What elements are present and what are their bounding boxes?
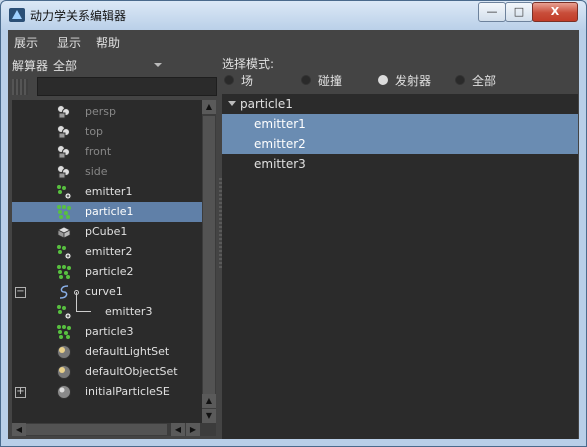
- radio-all-dot[interactable]: [455, 75, 465, 85]
- expand-triangle-icon[interactable]: [228, 101, 236, 106]
- outliner-horizontal-scrollbar[interactable]: ◀ ◀ ▶: [12, 423, 216, 436]
- scroll-down-icon[interactable]: ▼: [202, 409, 216, 423]
- outliner-item-side[interactable]: side: [12, 162, 202, 182]
- radio-fields-label[interactable]: 场: [241, 72, 253, 89]
- outliner-item-emitter1[interactable]: emitter1: [12, 182, 202, 202]
- scroll-thumb[interactable]: [203, 116, 215, 406]
- outliner-item-front[interactable]: front: [12, 142, 202, 162]
- close-button[interactable]: X: [532, 2, 578, 22]
- radio-all-label[interactable]: 全部: [472, 72, 496, 89]
- curve-icon: [56, 284, 72, 300]
- particle-icon: [56, 204, 72, 220]
- outliner-item-label: particle1: [85, 205, 134, 218]
- radio-collisions-label[interactable]: 碰撞: [318, 72, 342, 89]
- set-icon: [56, 364, 72, 380]
- set-icon: [56, 344, 72, 360]
- radio-emitters-dot[interactable]: [378, 75, 388, 85]
- window-title: 动力学关系编辑器: [30, 9, 127, 23]
- outliner-item-pCube1[interactable]: pCube1: [12, 222, 202, 242]
- outliner-item-label: emitter3: [105, 305, 153, 318]
- outliner-item-emitter3[interactable]: emitter3: [12, 292, 202, 322]
- cube-icon: [56, 224, 72, 240]
- outliner-item-curve1[interactable]: − curve1: [12, 282, 202, 302]
- relationship-row-emitter1[interactable]: emitter1: [222, 114, 578, 134]
- particle-icon: [56, 264, 72, 280]
- relationship-list: particle1 emitter1 emitter2 emitter3: [222, 94, 578, 439]
- radio-emitters-label[interactable]: 发射器: [395, 72, 431, 89]
- outliner-item-label: front: [85, 145, 112, 158]
- outliner-item-defaultLightSet[interactable]: defaultLightSet: [12, 342, 202, 362]
- menu-help[interactable]: 帮助: [96, 34, 120, 51]
- menu-bar: 展示 显示 帮助: [8, 30, 579, 52]
- outliner-item-label: particle3: [85, 325, 134, 338]
- outliner-item-particle1[interactable]: particle1: [12, 202, 202, 222]
- relationship-parent-row[interactable]: particle1: [222, 94, 578, 114]
- outliner-item-defaultObjectSet[interactable]: defaultObjectSet: [12, 362, 202, 382]
- minimize-button[interactable]: —: [478, 2, 506, 22]
- outliner-item-label: defaultObjectSet: [85, 365, 178, 378]
- camera-icon: [56, 124, 72, 140]
- maximize-button[interactable]: □: [505, 2, 533, 22]
- outliner-item-label: top: [85, 125, 104, 138]
- camera-icon: [56, 104, 72, 120]
- menu-show[interactable]: 展示: [14, 34, 38, 51]
- scroll-left-icon[interactable]: ◀: [12, 423, 26, 436]
- chevron-down-icon[interactable]: [154, 63, 162, 67]
- relationship-parent-label: particle1: [240, 97, 293, 111]
- maya-app-icon: [9, 8, 25, 22]
- outliner-item-label: defaultLightSet: [85, 345, 170, 358]
- outliner-item-particle2[interactable]: particle2: [12, 262, 202, 282]
- emitter-icon: [56, 304, 72, 320]
- solver-dropdown[interactable]: 全部: [53, 57, 161, 73]
- relationship-row-label: emitter2: [254, 137, 306, 151]
- relationship-row-emitter3[interactable]: emitter3: [222, 154, 578, 174]
- scroll-up-icon[interactable]: ▲: [202, 100, 216, 114]
- expand-icon[interactable]: +: [15, 387, 26, 398]
- outliner-item-top[interactable]: top: [12, 122, 202, 142]
- horizontal-scroll-thumb[interactable]: [26, 424, 167, 435]
- outliner-item-label: emitter1: [85, 185, 133, 198]
- outliner-item-initialParticleSE[interactable]: + initialParticleSE: [12, 382, 202, 402]
- outliner-item-persp[interactable]: persp: [12, 102, 202, 122]
- outliner-item-label: initialParticleSE: [85, 385, 170, 398]
- filter-grip-icon[interactable]: [12, 79, 28, 95]
- outliner-item-label: emitter2: [85, 245, 133, 258]
- outliner-item-label: pCube1: [85, 225, 128, 238]
- camera-icon: [56, 164, 72, 180]
- scroll-right-icon[interactable]: ▶: [186, 423, 200, 436]
- emitter-icon: [56, 184, 72, 200]
- emitter-icon: [56, 244, 72, 260]
- radio-fields-dot[interactable]: [224, 75, 234, 85]
- collapse-icon[interactable]: −: [15, 287, 26, 298]
- outliner-item-particle3[interactable]: particle3: [12, 322, 202, 342]
- camera-icon: [56, 144, 72, 160]
- relationship-row-label: emitter1: [254, 117, 306, 131]
- outliner-item-label: particle2: [85, 265, 134, 278]
- editor-client-area: 展示 显示 帮助 解算器 全部 persp top front side emitter…: [8, 30, 579, 439]
- title-bar[interactable]: 动力学关系编辑器 — □ X: [1, 1, 586, 29]
- outliner-tree: persp top front side emitter1 particle1 pCube1…: [12, 100, 202, 423]
- menu-display[interactable]: 显示: [57, 34, 81, 51]
- selection-mode-label: 选择模式:: [222, 57, 275, 71]
- radio-collisions-dot[interactable]: [301, 75, 311, 85]
- scroll-left-lower-icon[interactable]: ◀: [171, 423, 185, 436]
- outliner-filter-input[interactable]: [37, 77, 217, 96]
- outliner-vertical-scrollbar[interactable]: ▲ ▲ ▼: [202, 100, 216, 423]
- particle-icon: [56, 324, 72, 340]
- outliner-item-label: side: [85, 165, 108, 178]
- hierarchy-line: [76, 292, 91, 312]
- shading-group-icon: [56, 384, 72, 400]
- outliner-item-label: persp: [85, 105, 116, 118]
- relationship-row-emitter2[interactable]: emitter2: [222, 134, 578, 154]
- outliner-item-emitter2[interactable]: emitter2: [12, 242, 202, 262]
- dynamic-relationships-editor-window: 动力学关系编辑器 — □ X 展示 显示 帮助 解算器 全部 persp top f…: [0, 0, 587, 447]
- relationship-row-label: emitter3: [254, 157, 306, 171]
- solver-label: 解算器: [12, 59, 49, 73]
- scroll-up-lower-icon[interactable]: ▲: [202, 394, 216, 408]
